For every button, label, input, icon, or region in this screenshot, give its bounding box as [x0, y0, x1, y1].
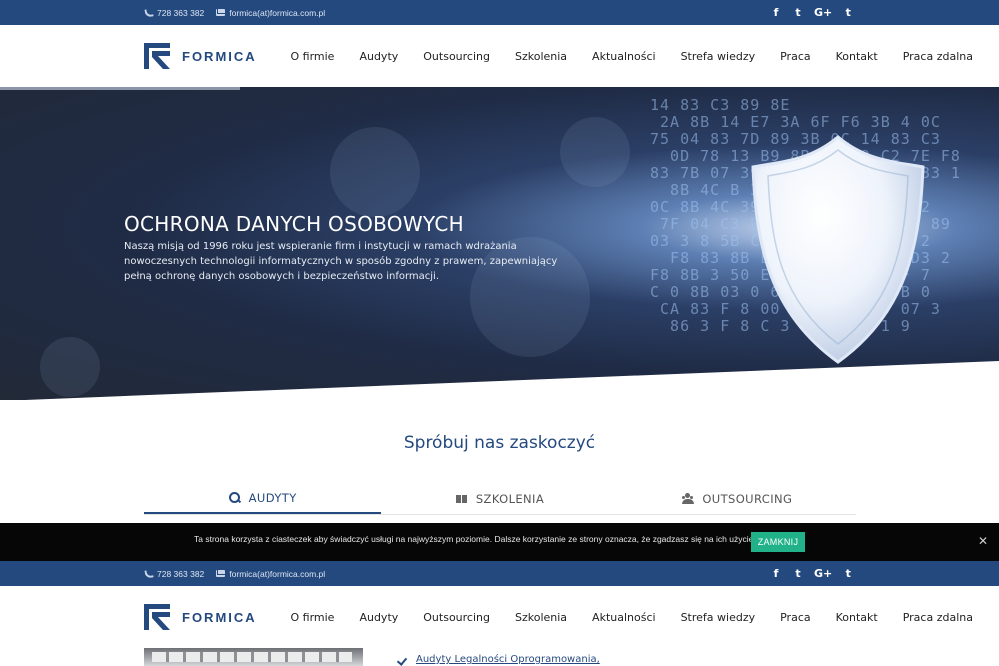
close-icon[interactable]: ✕ [976, 534, 990, 548]
tab-audyty[interactable]: AUDYTY [144, 483, 382, 514]
phone-contact[interactable]: 728 363 382 [144, 8, 204, 18]
nav-item-audyty[interactable]: Audyty [347, 50, 411, 63]
google-plus-icon[interactable]: G+ [814, 6, 832, 19]
cookie-message: Ta strona korzysta z ciasteczek aby świa… [194, 534, 756, 544]
hero-title: OCHRONA DANYCH OSOBOWYCH [124, 212, 464, 236]
site-logo[interactable]: FORMICA [144, 604, 257, 630]
email-contact[interactable]: formica(at)formica.com.pl [216, 8, 325, 18]
tumblr-icon[interactable]: t [842, 6, 854, 19]
search-icon [228, 491, 241, 504]
envelope-icon [216, 9, 226, 16]
cookie-banner: Ta strona korzysta z ciasteczek aby świa… [0, 523, 999, 561]
book-icon [455, 493, 468, 505]
site-logo[interactable]: FORMICA [144, 43, 257, 69]
keyboard-image [144, 648, 363, 666]
main-menu: O firmie Audyty Outsourcing Szkolenia Ak… [278, 586, 985, 648]
section-title: Spróbuj nas zaskoczyć [403, 433, 596, 453]
nav-item-kontakt[interactable]: Kontakt [823, 611, 890, 624]
twitter-icon[interactable]: t [792, 567, 804, 580]
phone-contact[interactable]: 728 363 382 [144, 569, 204, 579]
nav-item-strefa-wiedzy[interactable]: Strefa wiedzy [668, 611, 768, 624]
shield-graphic [751, 135, 925, 364]
cookie-accept-button[interactable]: ZAMKNIJ [751, 532, 805, 552]
formica-logo-icon [144, 604, 170, 630]
social-links: f t G+ t [770, 0, 854, 25]
hero-diagonal-edge [24, 361, 999, 400]
nav-item-outsourcing[interactable]: Outsourcing [411, 611, 503, 624]
email-contact[interactable]: formica(at)formica.com.pl [216, 569, 325, 579]
logo-wordmark: FORMICA [182, 48, 257, 64]
service-tabs: AUDYTY SZKOLENIA OUTSOURCING [144, 483, 856, 515]
google-plus-icon[interactable]: G+ [814, 567, 832, 580]
nav-item-szkolenia[interactable]: Szkolenia [502, 50, 579, 63]
phone-icon [144, 569, 153, 578]
tab-label: AUDYTY [248, 490, 297, 505]
nav-item-strefa-wiedzy[interactable]: Strefa wiedzy [668, 50, 768, 63]
check-icon [398, 656, 408, 664]
envelope-icon [216, 570, 226, 577]
contact-info: 728 363 382 formica(at)formica.com.pl [144, 561, 325, 586]
nav-item-outsourcing[interactable]: Outsourcing [411, 50, 503, 63]
logo-wordmark: FORMICA [182, 609, 257, 625]
tab-label: SZKOLENIA [475, 491, 545, 506]
sticky-contact-bar: 728 363 382 formica(at)formica.com.pl f … [0, 561, 999, 586]
slider-progress-bar [0, 87, 240, 90]
social-links: f t G+ t [770, 561, 854, 586]
top-contact-bar: 728 363 382 formica(at)formica.com.pl f … [0, 0, 999, 25]
nav-item-praca[interactable]: Praca [768, 611, 824, 624]
nav-item-o-firmie[interactable]: O firmie [278, 50, 347, 63]
sticky-navbar: FORMICA O firmie Audyty Outsourcing Szko… [0, 586, 999, 648]
facebook-icon[interactable]: f [770, 567, 782, 580]
nav-item-aktualnosci[interactable]: Aktualności [580, 611, 669, 624]
nav-item-aktualnosci[interactable]: Aktualności [580, 50, 669, 63]
nav-item-praca-zdalna[interactable]: Praca zdalna [890, 50, 985, 63]
nav-item-o-firmie[interactable]: O firmie [278, 611, 347, 624]
tab-outsourcing[interactable]: OUTSOURCING [619, 483, 856, 514]
contact-info: 728 363 382 formica(at)formica.com.pl [144, 0, 325, 25]
phone-icon [144, 8, 153, 17]
facebook-icon[interactable]: f [770, 6, 782, 19]
nav-item-praca-zdalna[interactable]: Praca zdalna [890, 611, 985, 624]
bokeh-decoration [330, 127, 420, 217]
main-menu: O firmie Audyty Outsourcing Szkolenia Ak… [278, 25, 985, 87]
nav-item-praca[interactable]: Praca [768, 50, 824, 63]
bokeh-decoration [560, 117, 630, 187]
tab-label: OUTSOURCING [702, 491, 793, 506]
hero-banner: 14 83 C3 89 8E 2A 8B 14 E7 3A 6F F6 3B 4… [0, 87, 999, 400]
main-navbar: FORMICA O firmie Audyty Outsourcing Szko… [0, 25, 999, 87]
nav-item-audyty[interactable]: Audyty [347, 611, 411, 624]
nav-item-szkolenia[interactable]: Szkolenia [502, 611, 579, 624]
list-item-label: Audyty Legalności Oprogramowania, [416, 654, 600, 665]
tab-szkolenia[interactable]: SZKOLENIA [381, 483, 618, 514]
tumblr-icon[interactable]: t [842, 567, 854, 580]
list-item[interactable]: Audyty Legalności Oprogramowania, [398, 654, 600, 665]
nav-item-kontakt[interactable]: Kontakt [823, 50, 890, 63]
users-icon [682, 492, 695, 505]
formica-logo-icon [144, 43, 170, 69]
twitter-icon[interactable]: t [792, 6, 804, 19]
hero-description: Naszą misją od 1996 roku jest wspieranie… [124, 241, 558, 282]
